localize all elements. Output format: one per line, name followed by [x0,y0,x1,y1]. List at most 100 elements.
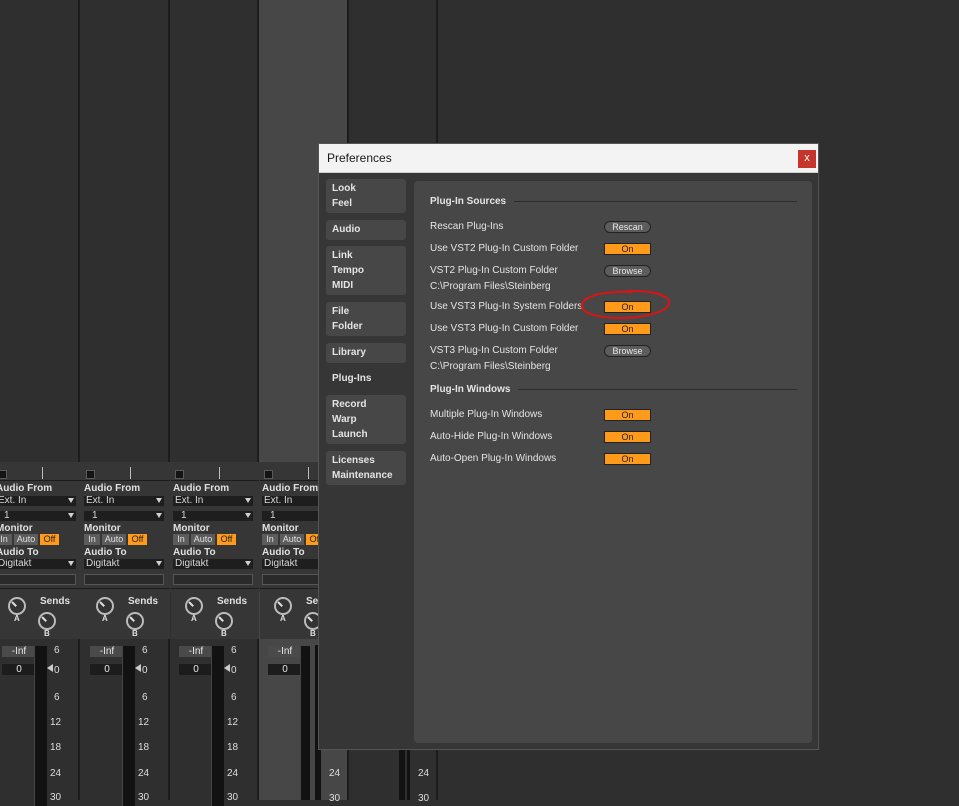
output-sub-select[interactable] [0,574,76,585]
tab-plug-ins[interactable]: Plug-Ins [326,369,406,389]
audio-from-channel-value: 1 [270,511,276,521]
audio-to-select[interactable]: Digitakt [84,559,164,569]
monitor-auto-button[interactable]: Auto [14,534,38,545]
use-vst3-system-folders-toggle[interactable]: On [604,301,651,313]
audio-from-type-select[interactable]: Ext. In [84,496,164,506]
send-b-knob[interactable] [215,612,233,630]
tab-label: Warp [332,414,357,425]
multiple-plugin-windows-toggle[interactable]: On [604,409,651,421]
audio-to-value: Digitakt [86,559,120,569]
volume-value[interactable]: -Inf [90,646,124,657]
tab-library[interactable]: Library [326,343,406,363]
monitor-in-button[interactable]: In [0,534,12,545]
dialog-titlebar[interactable]: Preferences x [319,144,818,173]
audio-to-label: Audio To [0,547,39,558]
audio-from-type-value: Ext. In [175,496,204,506]
send-a-label: A [191,614,197,623]
tab-record-warp-launch[interactable]: Record Warp Launch [326,395,406,444]
tab-look-feel[interactable]: Look Feel [326,179,406,213]
send-a-knob[interactable] [8,597,26,615]
track-activator-bar [260,464,318,481]
volume-value[interactable]: -Inf [179,646,213,657]
scale-label: 6 [231,692,237,703]
level-meter [211,646,221,806]
sends-label: Sends [217,596,248,607]
monitor-label: Monitor [262,523,299,534]
track-activator-bar [171,464,259,481]
rescan-button[interactable]: Rescan [604,221,651,233]
monitor-auto-button[interactable]: Auto [191,534,215,545]
tab-file-folder[interactable]: File Folder [326,302,406,336]
monitor-off-button[interactable]: Off [217,534,236,545]
send-a-knob[interactable] [96,597,114,615]
use-vst3-system-folders-label: Use VST3 Plug-In System Folders [430,301,583,312]
monitor-off-button[interactable]: Off [40,534,59,545]
scale-label: 0 [142,665,148,676]
audio-from-type-select[interactable]: Ext. In [173,496,253,506]
output-sub-select[interactable] [173,574,253,585]
use-vst2-custom-folder-toggle[interactable]: On [604,243,651,255]
send-b-knob[interactable] [126,612,144,630]
chevron-down-icon [156,561,162,566]
audio-from-channel-select[interactable]: 1 [84,511,164,521]
send-a-knob[interactable] [185,597,203,615]
audio-from-type-select[interactable]: Ext. In [0,496,76,506]
audio-to-select[interactable]: Digitakt [173,559,253,569]
pan-value[interactable]: 0 [90,664,124,675]
vst2-custom-folder-label: VST2 Plug-In Custom Folder [430,265,558,276]
scale-label: 24 [227,768,239,779]
close-button[interactable]: x [798,150,816,168]
volume-value[interactable]: -Inf [2,646,36,657]
pan-value[interactable]: 0 [2,664,36,675]
auto-open-plugin-windows-toggle[interactable]: On [604,453,651,465]
tab-label: Library [332,347,366,358]
monitor-off-button[interactable]: Off [128,534,147,545]
monitor-off-button[interactable]: Off [306,534,318,545]
track-strip: Audio From Ext. In 1 Monitor In Auto Off… [82,462,170,806]
audio-from-type-select[interactable]: Ext. In [262,496,318,506]
send-b-knob[interactable] [38,612,56,630]
pan-value[interactable]: 0 [179,664,213,675]
arm-square-icon[interactable] [175,470,184,479]
audio-from-channel-select[interactable]: 1 [173,511,253,521]
pan-value[interactable]: 0 [268,664,302,675]
chevron-down-icon [156,513,162,518]
send-b-knob[interactable] [304,612,318,630]
send-a-knob[interactable] [274,597,292,615]
volume-value[interactable]: -Inf [268,646,302,657]
tab-label: Feel [332,198,353,209]
tab-label: Folder [332,321,363,332]
monitor-auto-button[interactable]: Auto [280,534,304,545]
tick-mark [308,467,309,479]
use-vst3-custom-folder-toggle[interactable]: On [604,323,651,335]
monitor-label: Monitor [84,523,121,534]
audio-from-channel-select[interactable]: 1 [262,511,318,521]
fader-arrow-icon[interactable] [135,664,141,672]
audio-to-select[interactable]: Digitakt [0,559,76,569]
level-meter [122,646,132,806]
fader-arrow-icon[interactable] [47,664,53,672]
output-sub-select[interactable] [84,574,164,585]
monitor-auto-button[interactable]: Auto [102,534,126,545]
output-sub-select[interactable] [262,574,318,585]
send-a-label: A [102,614,108,623]
audio-from-type-value: Ext. In [264,496,293,506]
tab-link-tempo-midi[interactable]: Link Tempo MIDI [326,246,406,295]
monitor-in-button[interactable]: In [84,534,100,545]
monitor-in-button[interactable]: In [262,534,278,545]
arm-square-icon[interactable] [86,470,95,479]
tab-licenses-maintenance[interactable]: Licenses Maintenance [326,451,406,485]
vst2-browse-button[interactable]: Browse [604,265,651,277]
vst3-browse-button[interactable]: Browse [604,345,651,357]
tick-mark [219,467,220,479]
track-strip: Audio From Ext. In 1 Monitor In Auto Off… [0,462,82,806]
auto-hide-plugin-windows-toggle[interactable]: On [604,431,651,443]
audio-from-channel-select[interactable]: 1 [0,511,76,521]
arm-square-icon[interactable] [264,470,273,479]
tab-audio[interactable]: Audio [326,220,406,240]
arm-square-icon[interactable] [0,470,7,479]
track-activator-bar [0,464,82,481]
audio-to-select[interactable]: Digitakt [262,559,318,569]
fader-arrow-icon[interactable] [224,664,230,672]
monitor-in-button[interactable]: In [173,534,189,545]
